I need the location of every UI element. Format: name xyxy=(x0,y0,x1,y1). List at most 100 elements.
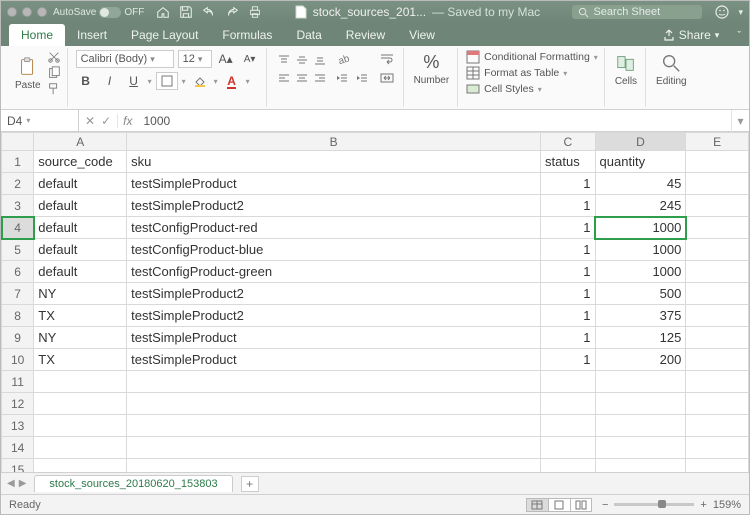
filename-label[interactable]: stock_sources_201... xyxy=(313,5,426,19)
cell-A1[interactable]: source_code xyxy=(34,151,127,173)
zoom-window-button[interactable] xyxy=(37,7,47,17)
merge-icon[interactable] xyxy=(377,70,397,88)
redo-icon[interactable] xyxy=(225,5,239,19)
cell-A4[interactable]: default xyxy=(34,217,127,239)
font-size-combobox[interactable]: 12▾ xyxy=(178,50,212,68)
cut-icon[interactable] xyxy=(47,50,61,64)
cell-C2[interactable]: 1 xyxy=(541,173,596,195)
share-button[interactable]: Share ▾ xyxy=(653,24,730,46)
cell-D8[interactable]: 375 xyxy=(595,305,686,327)
cell-E11[interactable] xyxy=(686,371,749,393)
decrease-indent-icon[interactable] xyxy=(333,70,353,88)
cell-B13[interactable] xyxy=(127,415,541,437)
cell-E14[interactable] xyxy=(686,437,749,459)
cell-E8[interactable] xyxy=(686,305,749,327)
undo-icon[interactable] xyxy=(202,5,216,19)
tab-home[interactable]: Home xyxy=(9,24,65,46)
cell-B15[interactable] xyxy=(127,459,541,473)
cell-B5[interactable]: testConfigProduct-blue xyxy=(127,239,541,261)
column-header-C[interactable]: C xyxy=(541,133,596,151)
sheet-nav-prev-icon[interactable]: ◀ xyxy=(7,478,15,489)
orientation-icon[interactable]: ab xyxy=(333,50,353,68)
cell-B4[interactable]: testConfigProduct-red xyxy=(127,217,541,239)
number-format-button[interactable]: % Number xyxy=(412,50,452,88)
align-left-icon[interactable] xyxy=(275,70,293,86)
row-header-15[interactable]: 15 xyxy=(2,459,34,473)
autosave-toggle[interactable]: AutoSave OFF xyxy=(53,7,144,18)
cell-B6[interactable]: testConfigProduct-green xyxy=(127,261,541,283)
worksheet-grid[interactable]: ABCDE1source_codeskustatusquantity2defau… xyxy=(1,132,749,472)
cell-A8[interactable]: TX xyxy=(34,305,127,327)
cells-button[interactable]: Cells xyxy=(613,50,639,89)
cell-C10[interactable]: 1 xyxy=(541,349,596,371)
print-icon[interactable] xyxy=(248,5,262,19)
cell-E2[interactable] xyxy=(686,173,749,195)
cell-B7[interactable]: testSimpleProduct2 xyxy=(127,283,541,305)
cell-E13[interactable] xyxy=(686,415,749,437)
row-header-14[interactable]: 14 xyxy=(2,437,34,459)
cell-B3[interactable]: testSimpleProduct2 xyxy=(127,195,541,217)
home-icon[interactable] xyxy=(156,5,170,19)
cell-D2[interactable]: 45 xyxy=(595,173,686,195)
cell-A10[interactable]: TX xyxy=(34,349,127,371)
cell-D6[interactable]: 1000 xyxy=(595,261,686,283)
column-header-E[interactable]: E xyxy=(686,133,749,151)
cell-E5[interactable] xyxy=(686,239,749,261)
cell-D1[interactable]: quantity xyxy=(595,151,686,173)
cell-E1[interactable] xyxy=(686,151,749,173)
add-sheet-button[interactable]: + xyxy=(241,476,259,492)
page-break-view-button[interactable] xyxy=(570,498,592,512)
cancel-formula-icon[interactable]: ✕ xyxy=(85,114,95,128)
sheet-nav-next-icon[interactable]: ▶ xyxy=(19,478,27,489)
cell-A3[interactable]: default xyxy=(34,195,127,217)
cell-D12[interactable] xyxy=(595,393,686,415)
row-header-1[interactable]: 1 xyxy=(2,151,34,173)
cell-A13[interactable] xyxy=(34,415,127,437)
editing-button[interactable]: Editing xyxy=(654,50,689,89)
cell-D7[interactable]: 500 xyxy=(595,283,686,305)
conditional-formatting-button[interactable]: Conditional Formatting▾ xyxy=(466,50,598,64)
row-header-9[interactable]: 9 xyxy=(2,327,34,349)
row-header-12[interactable]: 12 xyxy=(2,393,34,415)
align-middle-icon[interactable] xyxy=(293,52,311,68)
cell-C8[interactable]: 1 xyxy=(541,305,596,327)
cell-A14[interactable] xyxy=(34,437,127,459)
fill-color-button[interactable] xyxy=(190,72,210,90)
cell-E3[interactable] xyxy=(686,195,749,217)
row-header-2[interactable]: 2 xyxy=(2,173,34,195)
cell-C12[interactable] xyxy=(541,393,596,415)
font-name-combobox[interactable]: Calibri (Body)▾ xyxy=(76,50,174,68)
expand-formula-bar-icon[interactable]: ▾ xyxy=(731,110,749,132)
increase-indent-icon[interactable] xyxy=(353,70,373,88)
row-header-4[interactable]: 4 xyxy=(2,217,34,239)
format-as-table-button[interactable]: Format as Table▾ xyxy=(466,66,598,80)
align-bottom-icon[interactable] xyxy=(311,52,329,68)
tab-data[interactable]: Data xyxy=(284,24,333,46)
cell-E10[interactable] xyxy=(686,349,749,371)
fx-label[interactable]: fx xyxy=(118,114,137,128)
zoom-level-label[interactable]: 159% xyxy=(713,499,741,511)
accept-formula-icon[interactable]: ✓ xyxy=(101,114,111,128)
bold-button[interactable]: B xyxy=(76,72,96,90)
cell-D10[interactable]: 200 xyxy=(595,349,686,371)
cell-E9[interactable] xyxy=(686,327,749,349)
zoom-out-button[interactable]: − xyxy=(602,499,608,511)
cell-D15[interactable] xyxy=(595,459,686,473)
chevron-down-icon[interactable]: ▾ xyxy=(738,7,743,18)
cell-E4[interactable] xyxy=(686,217,749,239)
copy-icon[interactable] xyxy=(47,66,61,80)
tab-view[interactable]: View xyxy=(397,24,447,46)
cell-A2[interactable]: default xyxy=(34,173,127,195)
tab-review[interactable]: Review xyxy=(334,24,397,46)
column-header-B[interactable]: B xyxy=(127,133,541,151)
cell-B14[interactable] xyxy=(127,437,541,459)
cell-C4[interactable]: 1 xyxy=(541,217,596,239)
cell-B11[interactable] xyxy=(127,371,541,393)
column-header-D[interactable]: D xyxy=(595,133,686,151)
borders-button[interactable] xyxy=(156,72,178,90)
cell-E6[interactable] xyxy=(686,261,749,283)
row-header-5[interactable]: 5 xyxy=(2,239,34,261)
cell-E15[interactable] xyxy=(686,459,749,473)
align-center-icon[interactable] xyxy=(293,70,311,86)
cell-C1[interactable]: status xyxy=(541,151,596,173)
